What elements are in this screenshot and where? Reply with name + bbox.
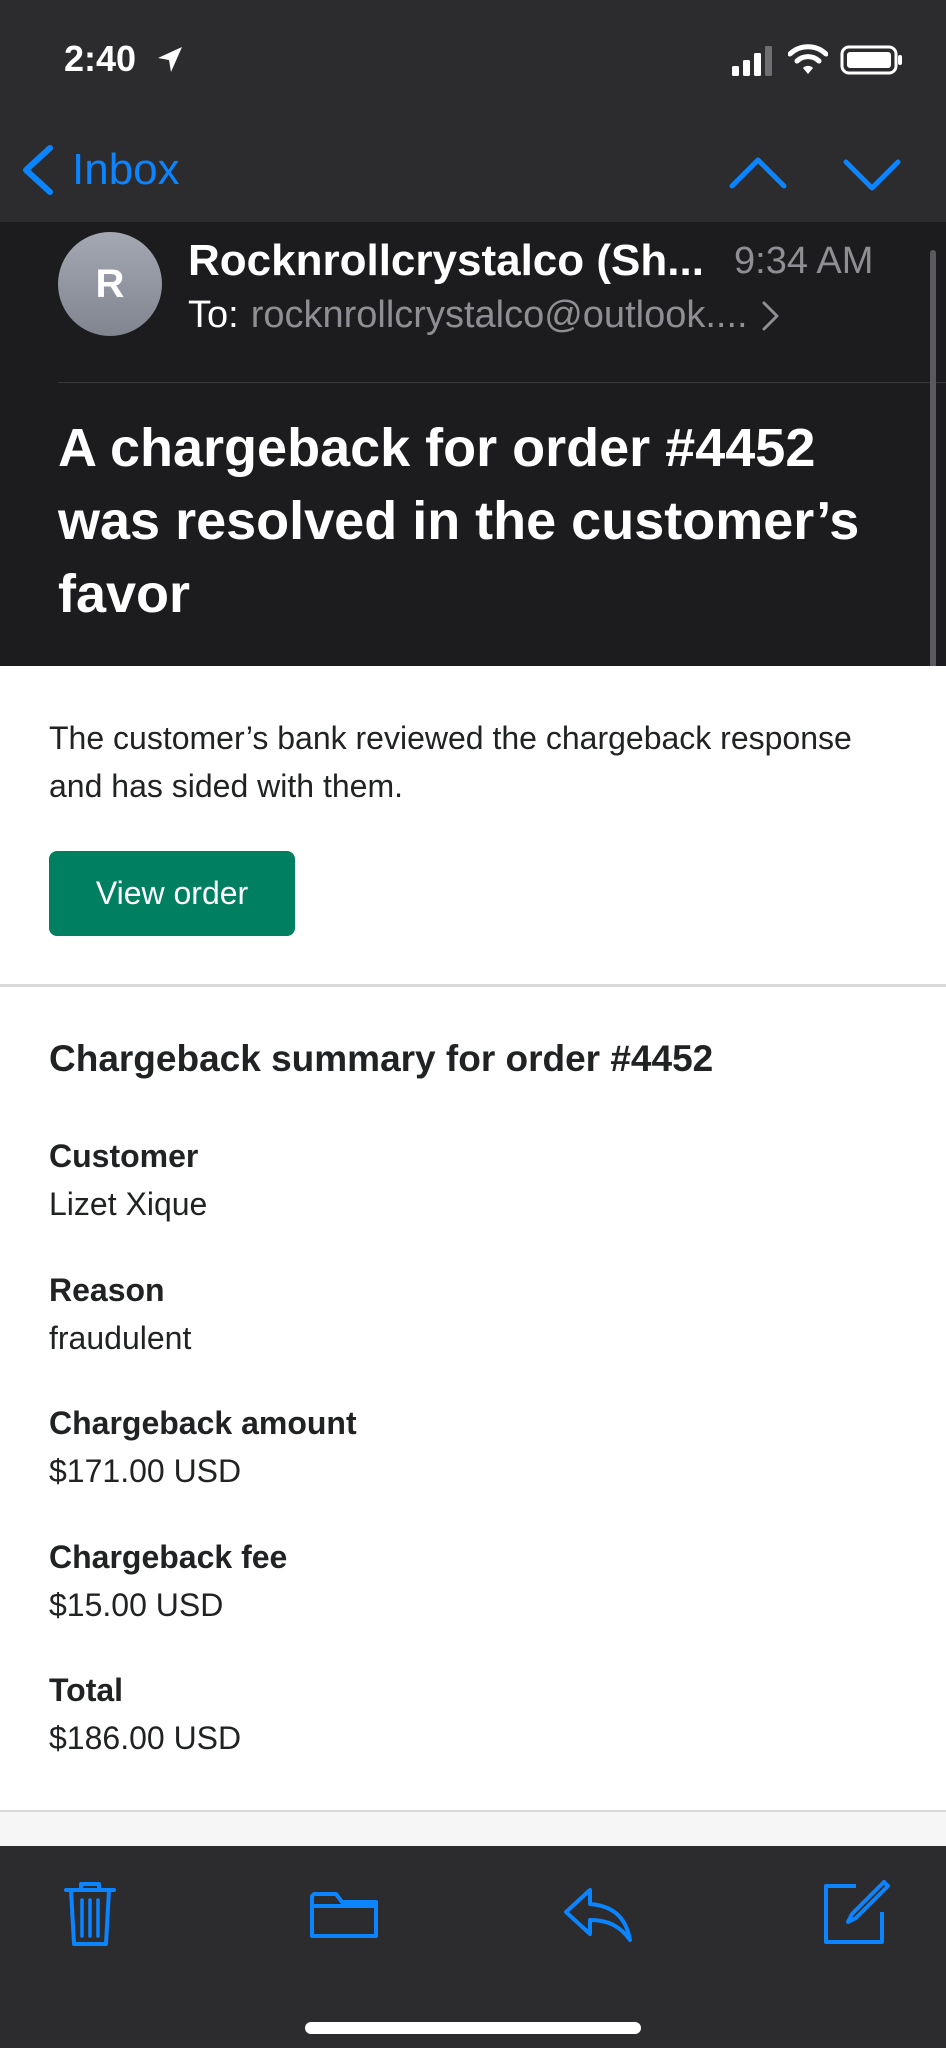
field-value: Lizet Xique (49, 1186, 208, 1222)
status-bar: 2:40 (0, 0, 946, 118)
field-value: $171.00 USD (49, 1453, 242, 1489)
status-time: 2:40 (64, 38, 137, 79)
field-value: $15.00 USD (49, 1587, 224, 1623)
sender-avatar[interactable]: R (58, 232, 162, 336)
field-value: $186.00 USD (49, 1720, 242, 1756)
folder-icon[interactable] (306, 1876, 382, 1952)
sender-name[interactable]: Rocknrollcrystalco (Sh... (188, 236, 704, 286)
field-reason: Reason fraudulent (49, 1266, 191, 1362)
to-label: To: (188, 294, 239, 336)
field-chargeback-amount: Chargeback amount $171.00 USD (49, 1399, 357, 1495)
battery-icon (840, 45, 902, 75)
nav-bar: Inbox (0, 118, 946, 222)
bottom-toolbar (0, 1846, 946, 2048)
recipient-row[interactable]: To: rocknrollcrystalco@outlook.... (188, 294, 782, 337)
recipient-address: rocknrollcrystalco@outlook.... (250, 294, 748, 336)
field-label: Customer (49, 1138, 199, 1174)
back-to-inbox-button[interactable]: Inbox (18, 138, 180, 202)
cellular-signal-icon (732, 46, 772, 76)
mail-time: 9:34 AM (734, 240, 874, 282)
header-divider (58, 382, 946, 383)
field-customer: Customer Lizet Xique (49, 1132, 207, 1228)
intro-text: The customer’s bank reviewed the chargeb… (49, 720, 852, 804)
home-indicator[interactable] (305, 2022, 641, 2034)
mail-body: The customer’s bank reviewed the chargeb… (0, 666, 946, 1846)
field-chargeback-fee: Chargeback fee $15.00 USD (49, 1533, 287, 1629)
previous-message-chevron-up-icon[interactable] (728, 144, 788, 204)
field-value: fraudulent (49, 1320, 192, 1356)
next-message-chevron-down-icon[interactable] (842, 144, 902, 204)
chevron-right-icon (762, 301, 779, 330)
field-label: Chargeback fee (49, 1539, 288, 1575)
field-label: Total (49, 1672, 124, 1708)
location-arrow-icon (158, 47, 182, 72)
body-footer-strip (0, 1812, 946, 1846)
back-label: Inbox (72, 145, 180, 194)
mail-subject: A chargeback for order #4452 was resolve… (58, 418, 860, 624)
field-total: Total $186.00 USD (49, 1666, 241, 1762)
field-label: Chargeback amount (49, 1405, 357, 1441)
wifi-icon (788, 44, 828, 74)
trash-icon[interactable] (52, 1876, 128, 1952)
section-divider (0, 984, 946, 987)
chevron-left-icon (23, 145, 53, 195)
compose-icon[interactable] (816, 1876, 892, 1952)
mail-header: R Rocknrollcrystalco (Sh... 9:34 AM To: … (0, 222, 946, 670)
reply-icon[interactable] (560, 1876, 636, 1952)
field-label: Reason (49, 1272, 165, 1308)
scroll-indicator[interactable] (930, 250, 936, 670)
summary-title: Chargeback summary for order #4452 (49, 1038, 714, 1079)
view-order-button[interactable]: View order (49, 851, 295, 936)
